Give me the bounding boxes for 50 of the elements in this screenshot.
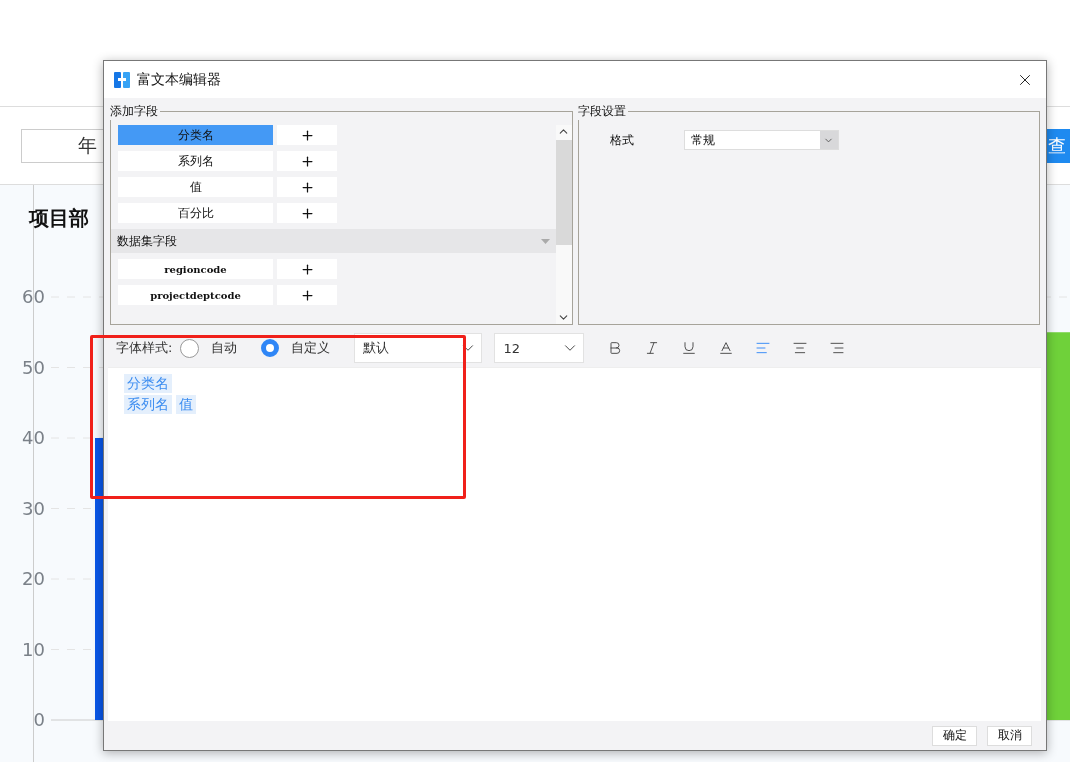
- axis-label: 60: [22, 286, 45, 307]
- underline-icon: [680, 340, 697, 356]
- add-button[interactable]: [277, 125, 337, 145]
- section-header[interactable]: 数据集字段: [111, 229, 556, 253]
- align-center-icon: [791, 340, 808, 356]
- add-button[interactable]: [277, 177, 337, 197]
- add-button[interactable]: [277, 203, 337, 223]
- field-item[interactable]: regioncode: [118, 259, 273, 279]
- panel-title: 添加字段: [109, 103, 159, 120]
- field-item[interactable]: 百分比: [118, 203, 273, 223]
- app-logo-icon: [114, 71, 130, 88]
- align-right-icon: [828, 340, 845, 356]
- axis-label: 40: [22, 427, 45, 448]
- add-button[interactable]: [277, 259, 337, 279]
- size-select[interactable]: 12: [494, 333, 585, 363]
- field-item[interactable]: 分类名: [118, 125, 273, 145]
- color-icon: [717, 340, 734, 356]
- plus-icon: [299, 261, 315, 277]
- add-button[interactable]: [277, 151, 337, 171]
- plus-icon: [299, 127, 315, 143]
- radio-option[interactable]: 自定义: [261, 339, 331, 357]
- collapse-icon: [540, 238, 550, 244]
- cancel-button[interactable]: 取消: [987, 725, 1032, 746]
- axis-label: 30: [22, 497, 45, 519]
- panel-title: 字段设置: [576, 103, 627, 120]
- format-label: 格式: [609, 131, 635, 149]
- field-tag: 系列名: [124, 395, 172, 414]
- plus-icon: [299, 179, 315, 195]
- plus-icon: [299, 205, 315, 221]
- plus-icon: [299, 287, 315, 303]
- axis-label: 10: [22, 638, 45, 660]
- scrollbar[interactable]: [555, 125, 572, 324]
- chart-title: 项目部: [29, 205, 89, 232]
- axis-label: 0: [33, 709, 45, 730]
- font-style-label: 字体样式:: [116, 339, 173, 357]
- radio-option[interactable]: 自动: [180, 338, 238, 358]
- field-tag: 分类名: [124, 374, 172, 393]
- plus-icon: [299, 153, 315, 169]
- field-item[interactable]: projectdeptcode: [118, 285, 273, 305]
- format-select[interactable]: 常规: [683, 130, 839, 150]
- axis-label: 20: [22, 568, 45, 589]
- section-title: 数据集字段: [117, 232, 177, 250]
- align-left-icon: [754, 340, 771, 356]
- field-item[interactable]: 系列名: [118, 151, 273, 171]
- dialog-title: 富文本编辑器: [137, 70, 222, 89]
- ok-button[interactable]: 确定: [932, 725, 977, 746]
- field-item[interactable]: 值: [118, 177, 273, 197]
- axis-label: 50: [22, 356, 45, 378]
- field-tag: 值: [176, 395, 196, 414]
- add-button[interactable]: [277, 285, 337, 305]
